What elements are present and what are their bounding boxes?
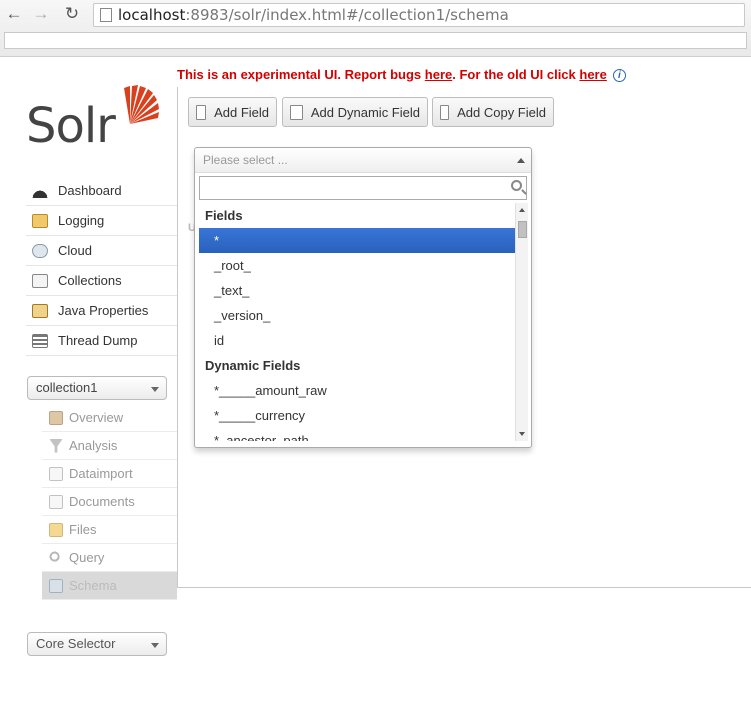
core-selector[interactable]: Core Selector: [27, 632, 167, 656]
banner-text-2: . For the old UI click: [452, 67, 580, 82]
documents-stack-icon: [290, 104, 303, 120]
field-search-input[interactable]: [199, 176, 527, 200]
collection-sub-nav: Overview Analysis Dataimport Documents F…: [42, 404, 177, 600]
logging-icon: [32, 213, 48, 228]
copy-icon: [440, 104, 450, 120]
back-arrow-icon[interactable]: ←: [4, 4, 24, 24]
forward-arrow-icon[interactable]: →: [31, 4, 51, 24]
page-icon: [100, 8, 112, 22]
banner-text: This is an experimental UI. Report bugs: [177, 67, 425, 82]
funnel-icon: [49, 438, 63, 453]
collections-icon: [32, 273, 48, 288]
sidebar-item-collections[interactable]: Collections: [26, 266, 177, 296]
list-item[interactable]: *_____currency: [199, 403, 515, 428]
field-select-dropdown[interactable]: Please select ... Fields * _root_ _text_…: [194, 147, 532, 448]
sidebar-item-label: Dashboard: [58, 183, 122, 198]
sidebar-item-java-properties[interactable]: Java Properties: [26, 296, 177, 326]
chevron-up-icon: [517, 158, 525, 163]
sidebar-item-logging[interactable]: Logging: [26, 206, 177, 236]
sub-item-documents[interactable]: Documents: [42, 488, 177, 516]
list-item[interactable]: _text_: [199, 278, 515, 303]
sub-item-label: Analysis: [69, 438, 118, 453]
sub-item-schema[interactable]: Schema: [42, 572, 177, 600]
add-copy-field-button[interactable]: Add Copy Field: [432, 97, 554, 127]
url-text: localhost:8983/solr/index.html#/collecti…: [118, 6, 509, 24]
results-scrollbar[interactable]: [515, 203, 528, 441]
sidebar-item-label: Thread Dump: [58, 333, 138, 348]
chevron-down-icon: [151, 387, 159, 392]
report-bugs-link[interactable]: here: [425, 67, 452, 82]
field-results-list: Fields * _root_ _text_ _version_ id Dyna…: [199, 203, 515, 441]
list-item[interactable]: _version_: [199, 303, 515, 328]
sub-item-label: Documents: [69, 494, 135, 509]
add-field-label: Add Field: [214, 104, 269, 120]
sidebar-item-label: Cloud: [58, 243, 92, 258]
document-icon: [196, 104, 207, 120]
collection-select-value: collection1: [36, 380, 98, 395]
logo-text: Solr: [26, 98, 116, 154]
chevron-down-icon: [151, 643, 159, 648]
sub-item-label: Dataimport: [69, 466, 133, 481]
java-properties-icon: [32, 303, 48, 318]
add-dynamic-field-label: Add Dynamic Field: [310, 104, 420, 120]
sub-item-label: Overview: [69, 410, 124, 425]
collection-select[interactable]: collection1: [27, 376, 167, 400]
list-item[interactable]: _root_: [199, 253, 515, 278]
thread-dump-icon: [32, 333, 48, 348]
folder-icon: [49, 522, 63, 537]
search-icon: [49, 550, 63, 565]
sub-item-query[interactable]: Query: [42, 544, 177, 572]
field-select-head[interactable]: Please select ...: [195, 148, 531, 173]
sidebar-item-thread-dump[interactable]: Thread Dump: [26, 326, 177, 356]
browser-toolbar: ← → ↻ localhost:8983/solr/index.html#/co…: [0, 0, 751, 57]
sidebar-item-dashboard[interactable]: Dashboard: [26, 176, 177, 206]
solr-logo[interactable]: Solr: [26, 84, 166, 154]
old-ui-link[interactable]: here: [579, 67, 606, 82]
home-icon: [49, 410, 63, 425]
scroll-up-icon[interactable]: [519, 208, 525, 212]
search-icon: [511, 180, 522, 191]
add-dynamic-field-button[interactable]: Add Dynamic Field: [282, 97, 428, 127]
sub-item-files[interactable]: Files: [42, 516, 177, 544]
sub-item-label: Query: [69, 550, 105, 565]
sidebar-item-label: Logging: [58, 213, 105, 228]
documents-icon: [49, 494, 63, 509]
sub-item-overview[interactable]: Overview: [42, 404, 177, 432]
bookmarks-bar: [4, 32, 747, 49]
scrollbar-thumb[interactable]: [518, 221, 527, 238]
core-selector-label: Core Selector: [36, 636, 116, 651]
list-item[interactable]: *_____amount_raw: [199, 378, 515, 403]
scroll-down-icon[interactable]: [519, 432, 525, 436]
dashboard-icon: [32, 183, 48, 198]
sub-item-analysis[interactable]: Analysis: [42, 432, 177, 460]
sidebar-nav: Dashboard Logging Cloud Collections Java…: [26, 176, 177, 356]
field-select-placeholder: Please select ...: [203, 153, 288, 167]
add-field-button[interactable]: Add Field: [188, 97, 277, 127]
sidebar-item-label: Collections: [58, 273, 122, 288]
dataimport-icon: [49, 466, 63, 481]
list-item[interactable]: id: [199, 328, 515, 353]
list-item[interactable]: *: [199, 228, 515, 253]
experimental-ui-banner: This is an experimental UI. Report bugs …: [177, 67, 626, 82]
solr-sun-icon: [124, 85, 159, 124]
reload-icon[interactable]: ↻: [62, 4, 82, 24]
sidebar-item-label: Java Properties: [58, 303, 149, 318]
schema-icon: [49, 578, 63, 593]
info-icon[interactable]: i: [612, 69, 626, 82]
list-item[interactable]: *_ancestor_path: [199, 428, 515, 441]
sidebar-item-cloud[interactable]: Cloud: [26, 236, 177, 266]
sub-item-label: Files: [69, 522, 97, 537]
group-label-fields: Fields: [205, 208, 243, 223]
sub-item-label: Schema: [69, 578, 117, 593]
address-bar[interactable]: localhost:8983/solr/index.html#/collecti…: [93, 3, 745, 27]
group-label-dynamic-fields: Dynamic Fields: [205, 358, 301, 373]
add-copy-field-label: Add Copy Field: [457, 104, 546, 120]
cloud-icon: [32, 243, 48, 258]
sub-item-dataimport[interactable]: Dataimport: [42, 460, 177, 488]
